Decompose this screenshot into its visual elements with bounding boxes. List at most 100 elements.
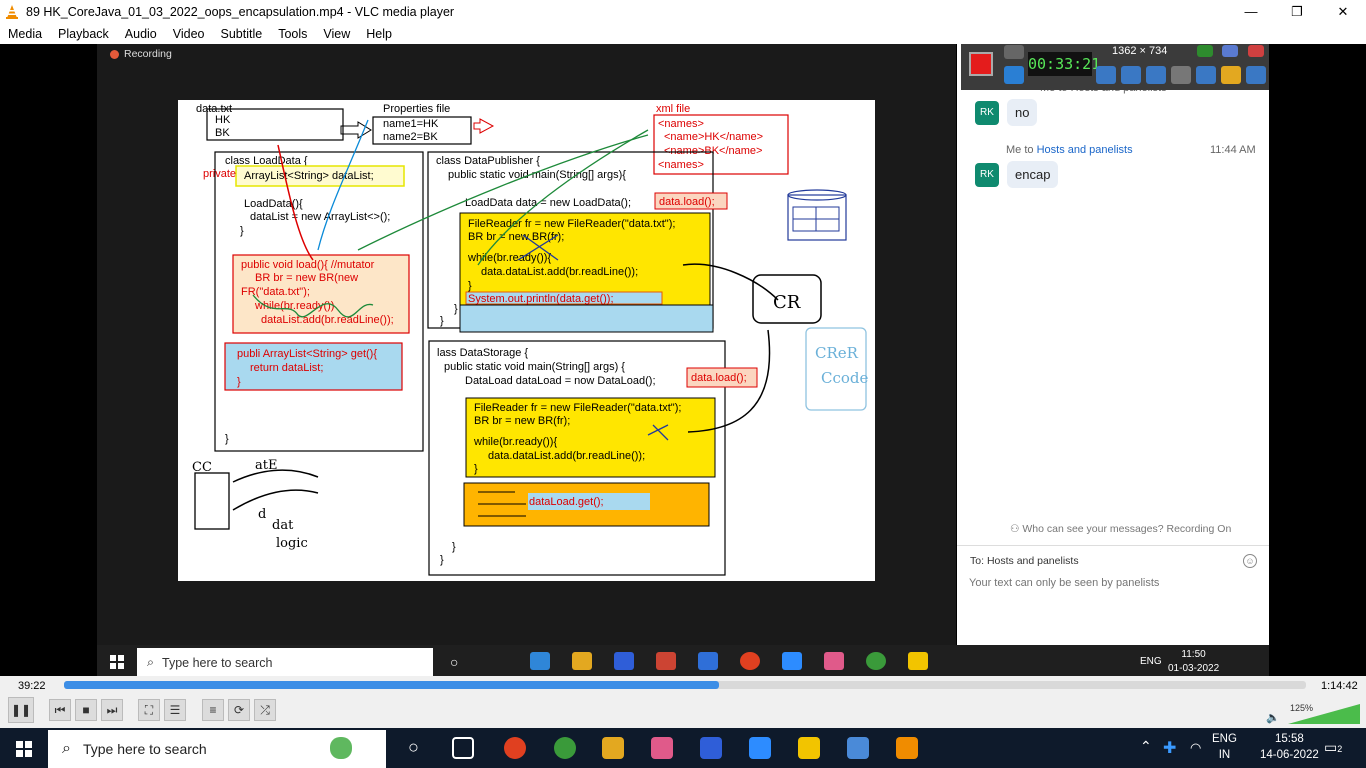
message-meta: Me to Hosts and panelists xyxy=(1006,144,1133,156)
publisher-close-1: } xyxy=(454,303,458,315)
publisher-y2: BR br = new BR(fr); xyxy=(468,231,564,243)
hw-cr: CR xyxy=(773,292,801,313)
playlist-button[interactable]: ≡ xyxy=(202,699,224,721)
get-line-2: return dataList; xyxy=(250,362,323,374)
vlc-app-icon[interactable] xyxy=(896,737,918,759)
data-txt-line-2: BK xyxy=(215,127,230,139)
menu-audio[interactable]: Audio xyxy=(125,27,157,41)
add-icon[interactable]: ✚ xyxy=(1163,738,1176,758)
search-icon: ⌕ xyxy=(147,655,155,669)
publisher-y4: data.dataList.add(br.readLine()); xyxy=(481,266,638,278)
volume-icon[interactable]: 🔈 xyxy=(1266,711,1280,724)
file-explorer-icon[interactable] xyxy=(602,737,624,759)
elapsed-time: 39:22 xyxy=(18,680,46,692)
menu-view[interactable]: View xyxy=(323,27,350,41)
minimize-button[interactable]: — xyxy=(1228,0,1274,23)
stop-record-button[interactable] xyxy=(969,52,993,76)
chrome-icon xyxy=(866,652,886,670)
xml-line-1: <names> xyxy=(658,118,704,130)
emoji-icon[interactable]: ☺ xyxy=(1243,554,1257,568)
recipient-line[interactable]: To: Hosts and panelists xyxy=(970,555,1079,567)
load-line-5: dataList.add(br.readLine()); xyxy=(261,314,394,326)
privacy-text: Who can see your messages? Recording On xyxy=(1022,523,1232,535)
maximize-button[interactable]: ❐ xyxy=(1274,0,1320,23)
settings-icon[interactable] xyxy=(1246,66,1266,84)
lang-primary: ENG xyxy=(1212,733,1237,745)
recorder-minimize-icon[interactable] xyxy=(1222,45,1238,57)
menu-bar: Media Playback Audio Video Subtitle Tool… xyxy=(0,23,1366,44)
storage-new: DataLoad dataLoad = now DataLoad(); xyxy=(465,375,656,387)
publisher-sysout: System.out.println(data.get()); xyxy=(468,293,614,305)
stop-button[interactable]: ■ xyxy=(75,699,97,721)
meta-recipient-link[interactable]: Hosts and panelists xyxy=(1037,144,1133,156)
shuffle-button[interactable]: ⤮ xyxy=(254,699,276,721)
weather-icon[interactable] xyxy=(330,737,352,759)
ms-store-icon[interactable] xyxy=(700,737,722,759)
clock-date: 14-06-2022 xyxy=(1260,749,1319,761)
explorer-icon xyxy=(572,652,592,670)
menu-subtitle[interactable]: Subtitle xyxy=(221,27,263,41)
inner-search-text: Type here to search xyxy=(162,655,273,670)
xml-label: xml file xyxy=(656,103,690,115)
whiteboard-slide: data.txt HK BK Properties file name1=HK … xyxy=(178,100,875,581)
storage-y5: } xyxy=(474,463,478,475)
folder-icon[interactable] xyxy=(1221,66,1241,84)
person-icon: ⚇ xyxy=(1010,523,1023,535)
clock[interactable]: 15:58 14-06-2022 xyxy=(1260,731,1319,763)
sticky-notes-app-icon[interactable] xyxy=(798,737,820,759)
cursor-icon[interactable] xyxy=(1171,66,1191,84)
pause-record-icon[interactable] xyxy=(1004,66,1024,84)
pen-icon[interactable] xyxy=(1196,66,1216,84)
webcam-icon[interactable] xyxy=(1146,66,1166,84)
chat-input[interactable] xyxy=(969,577,1239,589)
task-view-button[interactable] xyxy=(452,737,474,759)
menu-media[interactable]: Media xyxy=(8,27,42,41)
tray-expand-icon[interactable]: ⌃ xyxy=(1140,738,1152,755)
wifi-icon[interactable]: ◠ xyxy=(1190,740,1201,756)
lang-secondary: IN xyxy=(1218,749,1231,761)
privacy-notice[interactable]: ⚇ Who can see your messages? Recording O… xyxy=(1010,523,1231,535)
storage-get: dataLoad.get(); xyxy=(529,496,604,508)
language-indicator[interactable]: ENG IN xyxy=(1212,731,1237,763)
storage-main: public static void main(String[] args) { xyxy=(444,361,625,373)
cortana-icon: ○ xyxy=(450,654,459,670)
properties-line-1: name1=HK xyxy=(383,118,439,130)
fullscreen-button[interactable]: ⛶ xyxy=(138,699,160,721)
xml-line-4: <names> xyxy=(658,159,704,171)
title-bar: 89 HK_CoreJava_01_03_2022_oops_encapsula… xyxy=(0,0,1366,23)
get-line-3: } xyxy=(237,376,241,388)
xml-line-2: <name>HK</name> xyxy=(664,131,763,143)
record-resolution: 1362 × 734 xyxy=(1112,45,1168,57)
snipping-tool-icon[interactable] xyxy=(651,737,673,759)
recorder-app-icon[interactable] xyxy=(504,737,526,759)
windows-start-button[interactable] xyxy=(16,741,32,757)
menu-tools[interactable]: Tools xyxy=(278,27,307,41)
next-button[interactable]: ⏭ xyxy=(101,699,123,721)
pause-button[interactable]: ❚❚ xyxy=(8,697,34,723)
close-button[interactable]: ✕ xyxy=(1320,0,1366,23)
loop-button[interactable]: ⟳ xyxy=(228,699,250,721)
snip-icon xyxy=(824,652,844,670)
notification-center-icon[interactable]: ▭2 xyxy=(1324,739,1342,756)
cortana-button[interactable]: ○ xyxy=(408,737,419,758)
zoom-app-icon[interactable] xyxy=(749,737,771,759)
menu-playback[interactable]: Playback xyxy=(58,27,109,41)
menu-help[interactable]: Help xyxy=(366,27,392,41)
previous-button[interactable]: ⏮ xyxy=(49,699,71,721)
photos-app-icon[interactable] xyxy=(847,737,869,759)
camera-icon[interactable] xyxy=(1004,45,1024,59)
to-value[interactable]: Hosts and panelists xyxy=(987,555,1079,567)
microphone-icon[interactable] xyxy=(1121,66,1141,84)
loaddata-close: } xyxy=(225,433,229,445)
speaker-icon[interactable] xyxy=(1096,66,1116,84)
hw-d: d xyxy=(258,507,266,522)
seek-bar[interactable] xyxy=(64,681,1306,689)
load-line-3: FR("data.txt"); xyxy=(241,286,310,298)
meta-prefix: Me to xyxy=(1006,144,1037,156)
menu-video[interactable]: Video xyxy=(173,27,205,41)
publisher-y1: FileReader fr = new FileReader("data.txt… xyxy=(468,218,675,230)
chrome-app-icon[interactable] xyxy=(554,737,576,759)
extended-settings-button[interactable]: ☰ xyxy=(164,699,186,721)
window-mode-icon[interactable] xyxy=(1197,45,1213,57)
recorder-close-icon[interactable] xyxy=(1248,45,1264,57)
